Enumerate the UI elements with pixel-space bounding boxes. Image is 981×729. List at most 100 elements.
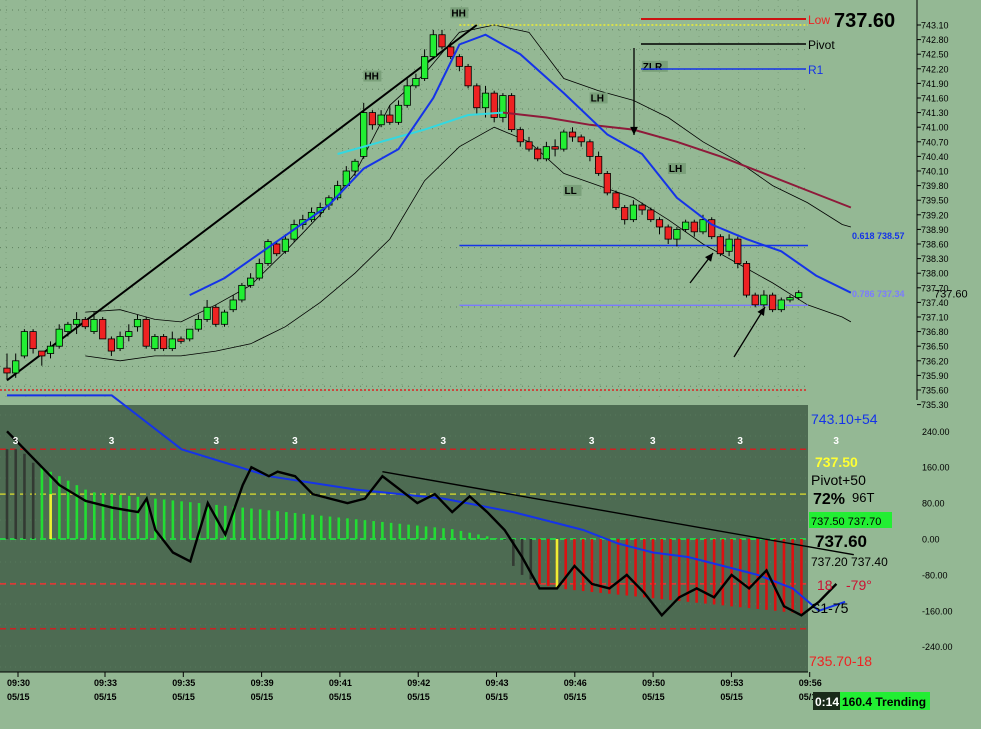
price-tick-label: 741.90 [921, 79, 949, 89]
osc-tick-label: 160.00 [922, 463, 950, 473]
bear-candle [551, 146, 559, 150]
bear-candle [386, 114, 394, 123]
price-tick-label: 740.70 [921, 137, 949, 147]
price-tick-label: 740.10 [921, 167, 949, 177]
price-tick-label: 736.50 [921, 342, 949, 352]
r1-legend-label: R1 [808, 63, 824, 77]
price-tick-label: 741.60 [921, 94, 949, 104]
bear-candle [29, 331, 37, 350]
price-tick-label: 736.80 [921, 327, 949, 337]
bull-candle [151, 336, 159, 350]
date-tick-label: 05/15 [486, 692, 509, 702]
bear-candle [655, 219, 664, 228]
bear-candle [38, 350, 46, 357]
bear-candle [586, 141, 594, 157]
cycle-marker: 3 [833, 436, 839, 447]
bull-candle [20, 331, 29, 357]
status-bar: 0:14 160.4 Trending [813, 692, 930, 710]
date-tick-label: 05/15 [642, 692, 665, 702]
osc-label-ticks: 96T [852, 490, 874, 505]
bull-candle [429, 34, 437, 58]
time-tick-label: 09:46 [564, 678, 587, 688]
date-tick-label: 05/15 [564, 692, 587, 702]
bear-candle [438, 34, 446, 48]
chart-canvas: 3 3 3 3 3 3 3 3 3 HH HH LH LL LH ZLR Low Pivot R1 737.60 0… [0, 0, 981, 729]
bull-candle [394, 104, 403, 123]
price-tick-label: 742.20 [921, 64, 949, 74]
time-tick-label: 09:39 [251, 678, 274, 688]
bear-candle [3, 367, 11, 374]
bear-candle [473, 85, 481, 109]
fib-label-0786: 0.786 737.34 [852, 289, 905, 299]
osc-tick-label: -160.00 [922, 606, 953, 616]
bull-candle [481, 92, 490, 109]
osc-label-last: 737.60 [815, 532, 867, 551]
osc-label-count: 18 [817, 577, 833, 593]
bull-candle [203, 306, 211, 320]
bull-candle [542, 146, 551, 160]
bear-candle [534, 148, 542, 160]
time-tick-label: 09:50 [642, 678, 665, 688]
bear-candle [568, 131, 577, 138]
bear-candle [368, 112, 377, 126]
bull-candle [360, 112, 368, 157]
price-tick-label: 735.90 [921, 371, 949, 381]
bull-candle [777, 299, 785, 311]
time-tick-label: 09:43 [486, 678, 509, 688]
bull-candle [403, 85, 411, 106]
price-tick-label: 738.30 [921, 254, 949, 264]
price-tick-label: 739.20 [921, 210, 949, 220]
bull-candle [629, 204, 638, 221]
price-tick-label: 742.50 [921, 50, 949, 60]
bear-candle [177, 338, 185, 342]
bear-candle [769, 294, 777, 311]
date-tick-label: 05/15 [329, 692, 352, 702]
osc-tick-label: -240.00 [922, 642, 953, 652]
bull-candle [186, 328, 194, 340]
cycle-marker: 3 [441, 436, 447, 447]
osc-label-price: 737.50 [815, 454, 858, 470]
bear-candle [690, 221, 698, 233]
bull-candle [133, 319, 142, 328]
bear-candle [455, 56, 464, 67]
swing-annotation: HH [451, 8, 465, 19]
osc-tick-label: 240.00 [922, 427, 950, 437]
date-tick-label: 05/15 [94, 692, 117, 702]
cycle-marker: 3 [737, 436, 743, 447]
cycle-marker: 3 [650, 436, 656, 447]
bear-candle [525, 141, 533, 150]
bull-candle [255, 263, 263, 279]
price-tick-label: 735.60 [921, 386, 949, 396]
price-tick-label: 737.10 [921, 313, 949, 323]
osc-label-range: 737.50 737.70 [811, 516, 881, 528]
fib-label-0618: 0.618 738.57 [852, 231, 905, 241]
time-tick-label: 09:56 [799, 678, 822, 688]
pivot-legend-label: Pivot [808, 38, 835, 52]
date-tick-label: 05/15 [251, 692, 274, 702]
bull-candle [795, 292, 803, 298]
time-tick-label: 09:41 [329, 678, 352, 688]
bear-candle [716, 236, 725, 255]
time-tick-label: 09:33 [94, 678, 117, 688]
osc-tick-label: 0.00 [922, 535, 940, 545]
price-tick-label: 736.20 [921, 356, 949, 366]
price-tick-label: 742.80 [921, 35, 949, 45]
bull-candle [760, 294, 768, 306]
osc-label-angle: -79° [846, 577, 872, 593]
bull-candle [351, 160, 359, 172]
price-tick-label: 738.60 [921, 240, 949, 250]
bull-candle [12, 360, 20, 374]
osc-tick-label: 80.00 [922, 499, 945, 509]
bear-candle [81, 319, 89, 328]
time-tick-label: 09:35 [172, 678, 195, 688]
cycle-marker: 3 [214, 436, 220, 447]
bull-candle [725, 238, 733, 252]
osc-label-percent: 72% [813, 491, 845, 508]
swing-annotation: HH [364, 72, 378, 83]
bear-candle [516, 129, 524, 143]
timer-label: 0:14 [815, 695, 839, 709]
time-tick-label: 09:53 [720, 678, 743, 688]
bull-candle [786, 297, 794, 301]
bull-candle [377, 114, 385, 126]
bear-candle [273, 243, 281, 255]
